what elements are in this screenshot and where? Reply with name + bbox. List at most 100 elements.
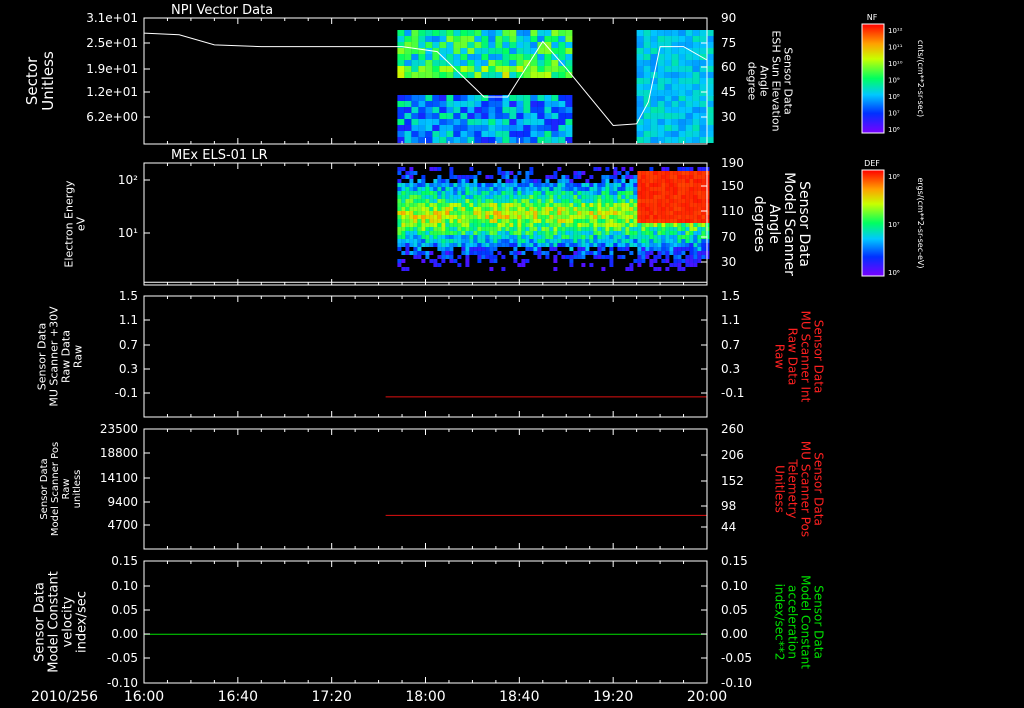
- els-heat-cell: [693, 239, 698, 243]
- npi-heat-cell: [467, 125, 475, 131]
- els-heat-cell: [529, 183, 534, 187]
- els-heat-cell: [493, 259, 498, 263]
- els-heat-cell: [605, 243, 610, 247]
- els-heat-cell: [633, 259, 638, 263]
- els-heat-cell: [593, 231, 598, 235]
- els-heat-cell: [597, 255, 602, 259]
- els-heat-cell: [489, 191, 494, 195]
- npi-heat-cell: [425, 95, 433, 101]
- right-tick-label: 90: [721, 11, 736, 25]
- els-heat-cell: [485, 235, 490, 239]
- els-heat-cell: [425, 203, 430, 207]
- els-heat-cell: [409, 167, 414, 171]
- npi-heat-cell: [439, 107, 447, 113]
- npi-heat-cell: [446, 30, 454, 36]
- els-heat-cell: [553, 231, 558, 235]
- els-heat-cell: [533, 215, 538, 219]
- left-tick-label: 23500: [100, 422, 138, 436]
- npi-heat-cell: [404, 119, 412, 125]
- npi-heat-cell: [636, 36, 644, 42]
- els-heat-cell: [477, 215, 482, 219]
- els-heat-cell: [653, 191, 658, 195]
- els-heat-cell: [629, 223, 634, 227]
- els-heat-cell: [433, 183, 438, 187]
- npi-heat-cell: [432, 54, 440, 60]
- els-heat-cell: [677, 195, 682, 199]
- els-heat-cell: [529, 191, 534, 195]
- els-heat-cell: [689, 199, 694, 203]
- npi-heat-cell: [706, 30, 714, 36]
- els-heat-cell: [481, 199, 486, 203]
- els-heat-cell: [469, 167, 474, 171]
- els-heat-cell: [645, 187, 650, 191]
- els-heat-cell: [485, 215, 490, 219]
- npi-heat-cell: [509, 131, 517, 137]
- els-heat-cell: [397, 235, 402, 239]
- els-heat-cell: [477, 203, 482, 207]
- els-heat-cell: [489, 243, 494, 247]
- els-heat-cell: [605, 183, 610, 187]
- npi-heat-cell: [453, 125, 461, 131]
- els-heat-cell: [441, 215, 446, 219]
- els-heat-cell: [553, 207, 558, 211]
- els-heat-cell: [585, 231, 590, 235]
- els-heat-cell: [577, 211, 582, 215]
- npi-heat-cell: [404, 101, 412, 107]
- els-heat-cell: [685, 191, 690, 195]
- els-heat-cell: [457, 219, 462, 223]
- npi-heat-cell: [678, 84, 686, 90]
- els-heat-cell: [693, 175, 698, 179]
- npi-heat-cell: [411, 131, 419, 137]
- npi-heat-cell: [565, 36, 573, 42]
- els-heat-cell: [661, 251, 666, 255]
- els-heat-cell: [669, 219, 674, 223]
- els-heat-cell: [573, 207, 578, 211]
- npi-heat-cell: [481, 30, 489, 36]
- npi-heat-cell: [685, 60, 693, 66]
- els-heat-cell: [525, 179, 530, 183]
- npi-heat-cell: [411, 72, 419, 78]
- els-heat-cell: [481, 255, 486, 259]
- els-heat-cell: [493, 243, 498, 247]
- npi-heat-cell: [650, 42, 658, 48]
- els-heat-cell: [621, 179, 626, 183]
- els-heat-cell: [537, 195, 542, 199]
- npi-heat-cell: [439, 101, 447, 107]
- els-heat-cell: [397, 179, 402, 183]
- els-heat-cell: [521, 211, 526, 215]
- npi-heat-cell: [537, 113, 545, 119]
- els-heat-cell: [549, 223, 554, 227]
- els-heat-cell: [677, 259, 682, 263]
- els-heat-cell: [473, 251, 478, 255]
- els-heat-cell: [425, 191, 430, 195]
- npi-heat-cell: [495, 125, 503, 131]
- els-heat-cell: [445, 199, 450, 203]
- npi-heat-cell: [544, 107, 552, 113]
- els-heat-cell: [457, 227, 462, 231]
- els-heat-cell: [681, 267, 686, 271]
- els-heat-cell: [677, 251, 682, 255]
- els-heat-cell: [569, 199, 574, 203]
- els-heat-cell: [665, 199, 670, 203]
- els-heat-cell: [669, 195, 674, 199]
- els-heat-cell: [697, 199, 702, 203]
- els-heat-cell: [537, 179, 542, 183]
- npi-heat-cell: [467, 66, 475, 72]
- npi-heat-cell: [636, 30, 644, 36]
- els-heat-cell: [493, 231, 498, 235]
- els-heat-cell: [509, 187, 514, 191]
- els-heat-cell: [637, 251, 642, 255]
- els-heat-cell: [465, 227, 470, 231]
- npi-heat-cell: [685, 30, 693, 36]
- els-heat-cell: [641, 191, 646, 195]
- els-heat-cell: [513, 175, 518, 179]
- npi-heat-cell: [446, 95, 454, 101]
- els-heat-cell: [433, 215, 438, 219]
- els-heat-cell: [397, 231, 402, 235]
- els-heat-cell: [417, 219, 422, 223]
- els-heat-cell: [397, 243, 402, 247]
- els-heat-cell: [413, 255, 418, 259]
- els-heat-cell: [697, 239, 702, 243]
- els-heat-cell: [525, 199, 530, 203]
- npi-heat-cell: [495, 48, 503, 54]
